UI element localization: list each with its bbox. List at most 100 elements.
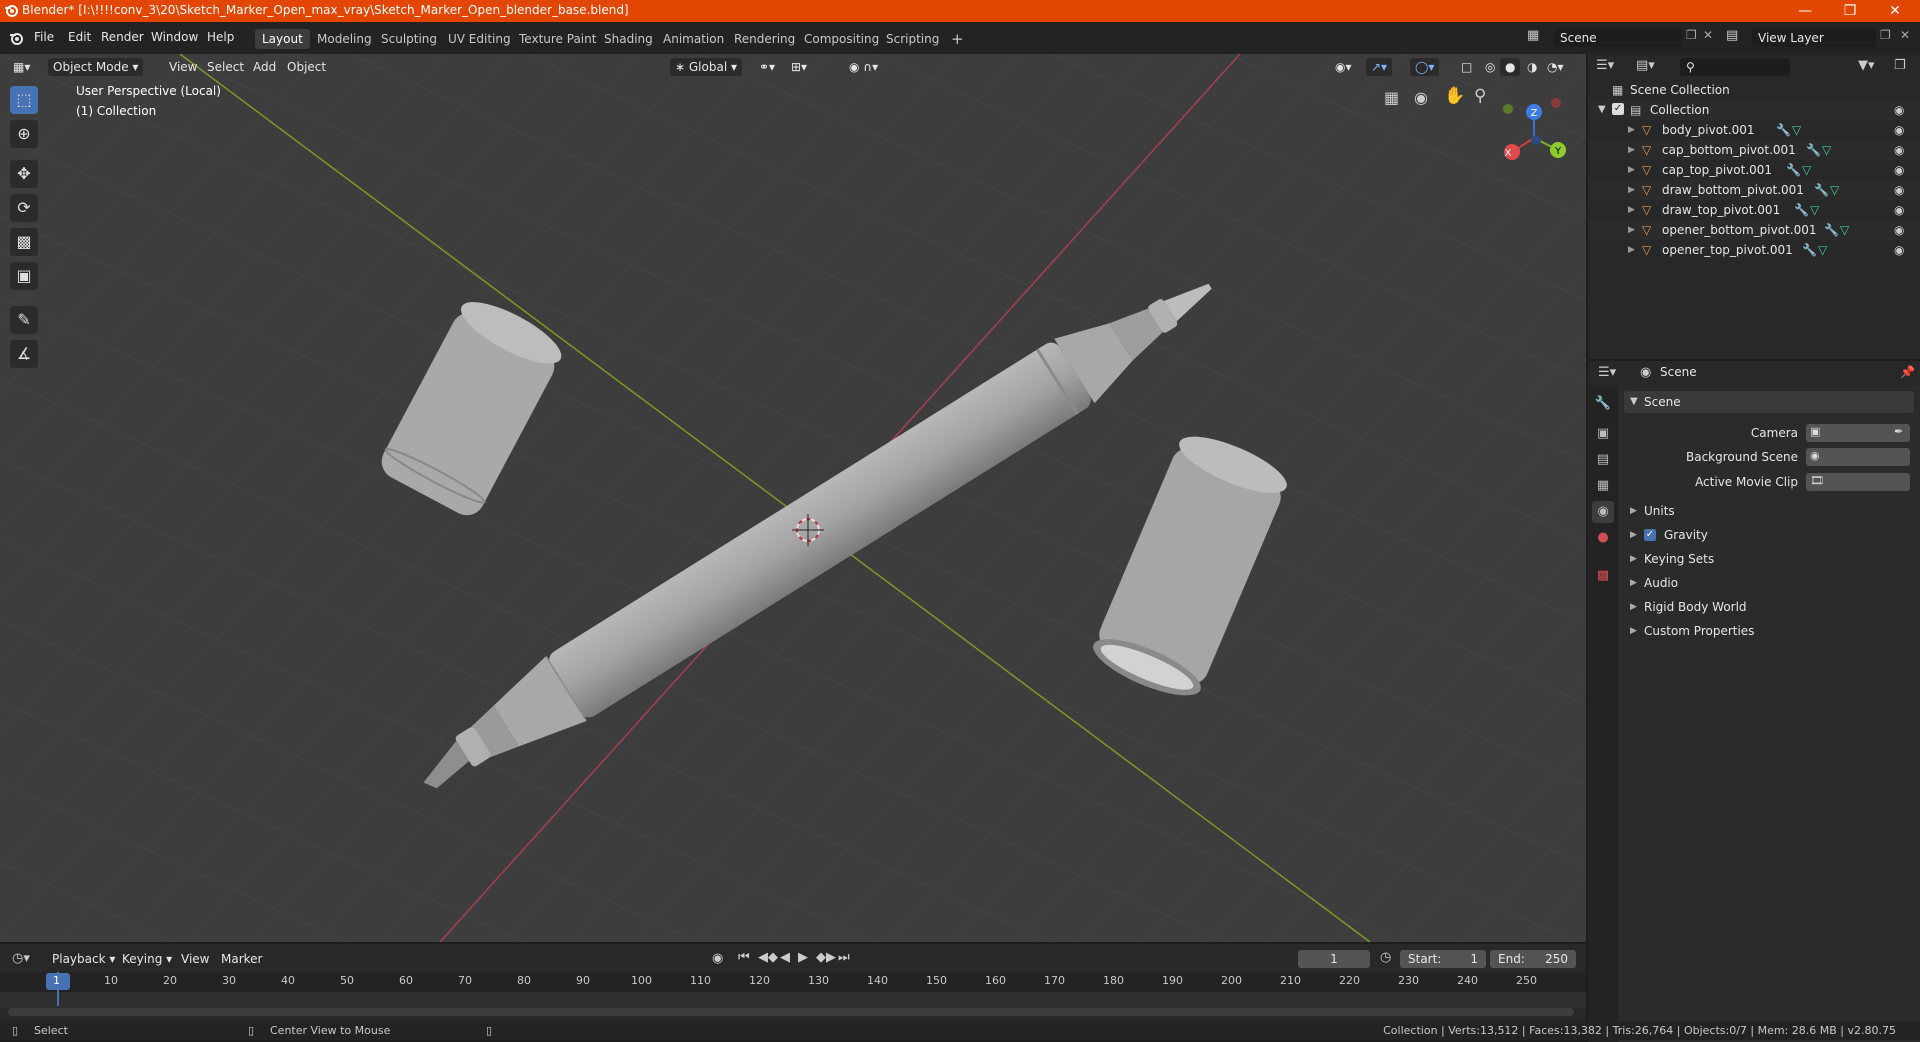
transform-orientation-selector[interactable]: ∗ Global ▾: [670, 58, 742, 76]
tab-animation[interactable]: Animation: [656, 29, 731, 49]
restore-icon[interactable]: ❐: [1830, 0, 1870, 22]
play-reverse-icon[interactable]: ◀: [780, 950, 790, 965]
jump-start-icon[interactable]: ⏮: [738, 950, 750, 965]
clock-icon[interactable]: ◷: [1380, 950, 1391, 965]
view-menu[interactable]: View: [164, 58, 202, 76]
minimize-icon[interactable]: —: [1785, 0, 1825, 22]
pin-icon[interactable]: 📌: [1900, 365, 1915, 379]
prev-keyframe-icon[interactable]: ◀◆: [758, 950, 778, 965]
outliner-editor-type-icon[interactable]: ☰▾: [1596, 58, 1614, 73]
units-panel-header[interactable]: ▶ Units: [1624, 500, 1914, 522]
menu-render[interactable]: Render: [101, 30, 144, 44]
next-keyframe-icon[interactable]: ◆▶: [816, 950, 836, 965]
new-scene-icon[interactable]: ❐: [1686, 28, 1697, 42]
tab-shading[interactable]: Shading: [597, 29, 660, 49]
play-icon[interactable]: ▶: [798, 950, 808, 965]
3d-viewport[interactable]: X Y Z User Perspective (Local) (1) Colle…: [0, 54, 1586, 942]
eye-icon[interactable]: ◉: [1894, 240, 1904, 260]
playback-menu[interactable]: Playback ▾: [52, 952, 115, 966]
menu-help[interactable]: Help: [207, 30, 234, 44]
timeline-scrollbar[interactable]: [8, 1008, 1574, 1016]
viewport-scene[interactable]: X Y Z: [0, 54, 1586, 942]
proportional-edit-icon[interactable]: ◉ ∩▾: [844, 58, 883, 76]
scene-panel-header[interactable]: ▼ Scene: [1624, 391, 1914, 413]
eye-icon[interactable]: ◉: [1894, 140, 1904, 160]
expand-arrow-icon[interactable]: ▶: [1628, 240, 1635, 260]
display-mode-icon[interactable]: ▤▾: [1636, 58, 1655, 73]
expand-arrow-icon[interactable]: ▶: [1628, 140, 1635, 160]
measure-tool-icon[interactable]: ∡: [10, 340, 38, 368]
toggle-camera-grid-icon[interactable]: ▦: [1384, 88, 1399, 107]
scene-tab-icon[interactable]: ◉: [1592, 501, 1614, 523]
tab-layout[interactable]: Layout: [255, 29, 310, 49]
tab-uv-editing[interactable]: UV Editing: [441, 29, 518, 49]
gravity-checkbox[interactable]: ✓: [1644, 529, 1656, 541]
eye-icon[interactable]: ◉: [1894, 180, 1904, 200]
add-workspace-icon[interactable]: +: [944, 29, 971, 49]
current-frame-field[interactable]: 1: [1298, 950, 1370, 968]
outliner-search-input[interactable]: ⚲: [1680, 58, 1790, 76]
tool-tab-icon[interactable]: 🔧: [1592, 393, 1614, 415]
expand-arrow-icon[interactable]: ▶: [1628, 220, 1635, 240]
menu-file[interactable]: File: [34, 30, 54, 44]
eye-icon[interactable]: ◉: [1894, 100, 1904, 120]
tab-sculpting[interactable]: Sculpting: [374, 29, 444, 49]
texture-tab-icon[interactable]: ▩: [1592, 565, 1614, 587]
output-tab-icon[interactable]: ▤: [1592, 449, 1614, 471]
eye-icon[interactable]: ◉: [1894, 220, 1904, 240]
new-collection-icon[interactable]: ❐: [1894, 58, 1906, 73]
eye-icon[interactable]: ◉: [1894, 160, 1904, 180]
outliner-collection[interactable]: ▼ ✓ ▤ Collection ◉: [1588, 100, 1920, 120]
outliner-item[interactable]: ▶ ▽ opener_bottom_pivot.001 🔧 ▽ ◉: [1588, 220, 1920, 240]
outliner-item[interactable]: ▶ ▽ body_pivot.001 🔧 ▽ ◉: [1588, 120, 1920, 140]
end-frame-field[interactable]: End: 250: [1490, 950, 1576, 968]
filter-icon[interactable]: ▼▾: [1858, 58, 1875, 73]
timeline-view-menu[interactable]: View: [181, 952, 209, 966]
timeline-track-area[interactable]: [0, 992, 1586, 1008]
expand-arrow-icon[interactable]: ▶: [1628, 120, 1635, 140]
xray-toggle-icon[interactable]: □: [1456, 58, 1477, 76]
timeline-editor-type-icon[interactable]: ◷▾: [12, 951, 30, 966]
cursor-tool-icon[interactable]: ⊕: [10, 120, 38, 148]
new-view-layer-icon[interactable]: ❐: [1880, 28, 1891, 42]
active-movie-clip-field[interactable]: 🎞: [1806, 473, 1910, 491]
audio-panel-header[interactable]: ▶ Audio: [1624, 572, 1914, 594]
custom-properties-panel-header[interactable]: ▶ Custom Properties: [1624, 620, 1914, 642]
world-tab-icon[interactable]: ●: [1592, 527, 1614, 549]
collapse-arrow-icon[interactable]: ▼: [1598, 100, 1606, 120]
tab-texture-paint[interactable]: Texture Paint: [512, 29, 603, 49]
transform-tool-icon[interactable]: ▣: [10, 262, 38, 290]
camera-field[interactable]: ▣ ✒: [1806, 424, 1910, 442]
outliner-item[interactable]: ▶ ▽ draw_bottom_pivot.001 🔧 ▽ ◉: [1588, 180, 1920, 200]
visibility-selector-icon[interactable]: ◉▾: [1330, 58, 1357, 76]
gravity-panel-header[interactable]: ▶ ✓ Gravity: [1624, 524, 1914, 546]
background-scene-field[interactable]: ◉: [1806, 448, 1910, 466]
tab-rendering[interactable]: Rendering: [727, 29, 802, 49]
scene-name-field[interactable]: Scene: [1554, 29, 1682, 47]
keying-sets-panel-header[interactable]: ▶ Keying Sets: [1624, 548, 1914, 570]
rendered-shading-icon[interactable]: ◔▾: [1542, 58, 1569, 76]
snap-icon[interactable]: ⊞▾: [786, 58, 812, 76]
eyedropper-icon[interactable]: ✒: [1894, 425, 1903, 438]
material-shading-icon[interactable]: ◑: [1522, 58, 1542, 76]
pan-view-icon[interactable]: ✋: [1444, 86, 1465, 106]
select-menu[interactable]: Select: [202, 58, 249, 76]
move-tool-icon[interactable]: ✥: [10, 160, 38, 188]
pivot-point-icon[interactable]: ⚭▾: [754, 58, 780, 76]
menu-edit[interactable]: Edit: [68, 30, 91, 44]
start-frame-field[interactable]: Start: 1: [1400, 950, 1486, 968]
outliner-item[interactable]: ▶ ▽ cap_bottom_pivot.001 🔧 ▽ ◉: [1588, 140, 1920, 160]
keying-menu[interactable]: Keying ▾: [122, 952, 172, 966]
record-icon[interactable]: ◉: [712, 951, 723, 966]
overlay-toggle-icon[interactable]: ◯▾: [1410, 58, 1440, 76]
outliner-item[interactable]: ▶ ▽ opener_top_pivot.001 🔧 ▽ ◉: [1588, 240, 1920, 260]
camera-view-icon[interactable]: ◉: [1414, 88, 1428, 107]
zoom-view-icon[interactable]: ⚲: [1474, 86, 1486, 106]
properties-editor-type-icon[interactable]: ☰▾: [1598, 365, 1616, 380]
editor-type-icon[interactable]: ▦▾: [8, 58, 35, 76]
expand-arrow-icon[interactable]: ▶: [1628, 180, 1635, 200]
outliner-scene-collection[interactable]: ▦ Scene Collection: [1588, 80, 1920, 100]
eye-icon[interactable]: ◉: [1894, 200, 1904, 220]
delete-view-layer-icon[interactable]: ✕: [1900, 28, 1910, 42]
expand-arrow-icon[interactable]: ▶: [1628, 200, 1635, 220]
